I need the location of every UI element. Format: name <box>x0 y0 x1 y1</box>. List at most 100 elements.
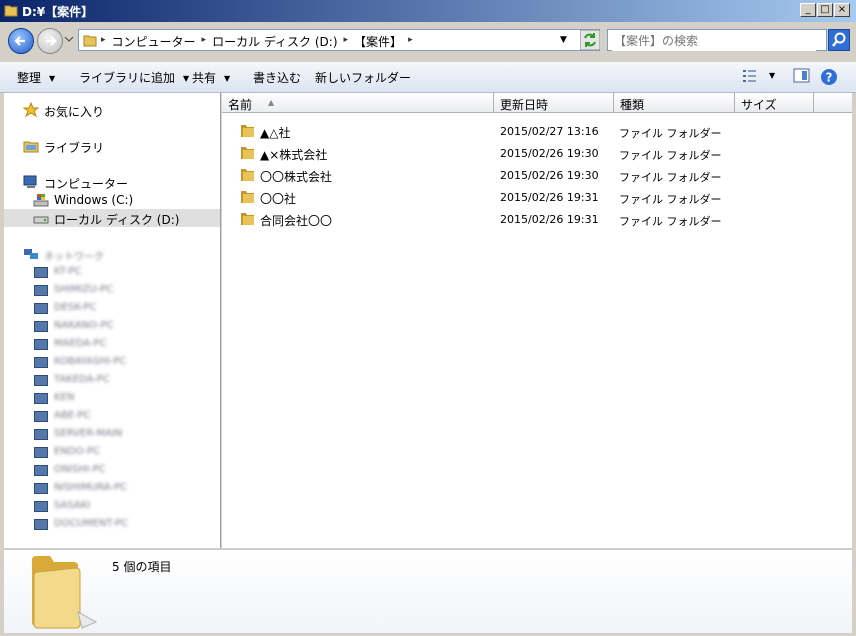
nav-libraries[interactable]: ライブラリ <box>4 137 220 155</box>
computer-icon <box>23 175 37 188</box>
network-computer-label: KOBAYASHI-PC <box>54 356 127 367</box>
search-box[interactable] <box>607 29 827 51</box>
network-computer-label: DOCUMENT-PC <box>54 518 129 529</box>
address-row: ▸ コンピューター ▸ ローカル ディスク (D:) ▸ 【案件】 ▸ ▼ <box>0 22 856 60</box>
folder-icon <box>241 125 254 137</box>
breadcrumb-chevron-icon[interactable]: ▸ <box>202 35 207 50</box>
nav-network-computer[interactable]: KT-PC <box>4 263 220 281</box>
file-modified: 2015/02/27 13:16 <box>500 125 599 138</box>
column-header-size[interactable]: サイズ <box>735 93 814 113</box>
breadcrumb-current-folder[interactable]: 【案件】 <box>354 33 402 50</box>
nav-network[interactable]: ネットワーク <box>4 245 220 263</box>
view-options-icon[interactable] <box>742 68 760 84</box>
column-modified-label: 更新日時 <box>500 98 549 112</box>
nav-network-computer[interactable]: ONISHI-PC <box>4 461 220 479</box>
nav-local-disk-selected[interactable]: ローカル ディスク (D:) <box>4 209 220 227</box>
star-icon <box>23 102 39 118</box>
file-modified: 2015/02/26 19:30 <box>500 147 599 160</box>
network-computer-icon <box>34 411 48 422</box>
column-header-modified[interactable]: 更新日時 <box>494 93 614 113</box>
nav-network-computer[interactable]: DOCUMENT-PC <box>4 515 220 533</box>
help-icon[interactable]: ? <box>820 68 838 86</box>
burn-button[interactable]: 書き込む <box>253 69 301 86</box>
back-button[interactable] <box>8 28 34 54</box>
refresh-icon[interactable] <box>580 30 600 50</box>
network-computer-label: ABE-PC <box>54 410 91 421</box>
nav-network-computer[interactable]: TAKEDA-PC <box>4 371 220 389</box>
nav-network-computer[interactable]: SHIMIZU-PC <box>4 281 220 299</box>
column-type-label: 種類 <box>620 98 645 112</box>
network-computer-icon <box>34 339 48 350</box>
network-computer-icon <box>34 429 48 440</box>
window-title: D:¥【案件】 <box>22 5 94 19</box>
nav-favorites[interactable]: お気に入り <box>4 101 220 119</box>
address-bar[interactable]: ▸ コンピューター ▸ ローカル ディスク (D:) ▸ 【案件】 ▸ <box>78 29 600 51</box>
network-computer-icon <box>34 267 48 278</box>
nav-network-computer[interactable]: DESK-PC <box>4 299 220 317</box>
network-computer-label: SASAKI <box>54 500 91 511</box>
share-label: 共有 <box>192 71 217 85</box>
search-button[interactable] <box>828 29 850 51</box>
nav-network-computer[interactable]: ENDO-PC <box>4 443 220 461</box>
file-list-pane[interactable]: 名前 ▲ 更新日時 種類 サイズ ▲△社 2015/02/27 13:16 ファイル… <box>222 93 852 548</box>
nav-windows-drive[interactable]: Windows (C:) <box>4 191 220 209</box>
nav-network-computer[interactable]: MAEDA-PC <box>4 335 220 353</box>
file-row[interactable]: ▲×株式会社 2015/02/26 19:30 ファイル フォルダー <box>222 142 852 164</box>
column-size-label: サイズ <box>741 98 777 112</box>
organize-label: 整理 <box>17 71 42 85</box>
file-row[interactable]: 合同会社〇〇 2015/02/26 19:31 ファイル フォルダー <box>222 208 852 230</box>
network-computer-label: SHIMIZU-PC <box>54 284 114 295</box>
organize-menu[interactable]: 整理 ▼ <box>17 69 55 86</box>
nav-network-computer[interactable]: KOBAYASHI-PC <box>4 353 220 371</box>
nav-network-computer[interactable]: NAKANO-PC <box>4 317 220 335</box>
file-row[interactable]: 〇〇社 2015/02/26 19:31 ファイル フォルダー <box>222 186 852 208</box>
share-menu[interactable]: 共有 ▼ <box>192 69 230 86</box>
navigation-pane[interactable]: お気に入り ライブラリ コンピューター Windows (C:) ローカル ディ… <box>4 93 221 548</box>
network-computer-icon <box>34 483 48 494</box>
network-computer-label: DESK-PC <box>54 302 97 313</box>
breadcrumb-computer[interactable]: コンピューター <box>112 33 196 50</box>
nav-network-computer[interactable]: ABE-PC <box>4 407 220 425</box>
network-computer-icon <box>34 519 48 530</box>
minimize-button[interactable]: _ <box>800 3 816 17</box>
file-row[interactable]: ▲△社 2015/02/27 13:16 ファイル フォルダー <box>222 120 852 142</box>
nav-libraries-label: ライブラリ <box>44 141 105 155</box>
breadcrumb-chevron-icon[interactable]: ▸ <box>101 35 106 50</box>
network-computer-label: KEN <box>54 392 75 403</box>
column-header-type[interactable]: 種類 <box>614 93 735 113</box>
forward-button[interactable] <box>37 28 63 54</box>
breadcrumb-chevron-icon[interactable]: ▸ <box>344 35 349 50</box>
search-input[interactable] <box>612 31 816 51</box>
library-icon <box>23 141 39 153</box>
network-computer-icon <box>34 501 48 512</box>
network-computer-icon <box>34 393 48 404</box>
preview-pane-icon[interactable] <box>793 68 811 84</box>
nav-network-computer[interactable]: SASAKI <box>4 497 220 515</box>
file-modified: 2015/02/26 19:30 <box>500 169 599 182</box>
nav-network-computer[interactable]: NISHIMURA-PC <box>4 479 220 497</box>
breadcrumb-chevron-icon[interactable]: ▸ <box>408 35 413 50</box>
network-computer-label: NAKANO-PC <box>54 320 114 331</box>
add-to-library-menu[interactable]: ライブラリに追加 ▼ <box>79 69 189 86</box>
breadcrumb-local-disk[interactable]: ローカル ディスク (D:) <box>212 33 337 50</box>
maximize-button[interactable]: □ <box>817 3 833 17</box>
network-computer-icon <box>34 447 48 458</box>
column-name-label: 名前 <box>228 98 253 112</box>
address-dropdown-icon[interactable]: ▼ <box>560 35 567 45</box>
column-header-name[interactable]: 名前 ▲ <box>222 93 494 113</box>
new-folder-button[interactable]: 新しいフォルダー <box>315 69 411 86</box>
nav-computer[interactable]: コンピューター <box>4 173 220 191</box>
network-computer-icon <box>34 465 48 476</box>
close-button[interactable]: × <box>834 3 850 17</box>
network-computer-label: SERVER-MAIN <box>54 428 123 439</box>
view-dropdown-icon[interactable]: ▼ <box>769 71 775 80</box>
column-header-filler <box>814 93 852 113</box>
nav-network-computer[interactable]: KEN <box>4 389 220 407</box>
arrow-left-icon <box>14 36 25 46</box>
nav-network-computer[interactable]: SERVER-MAIN <box>4 425 220 443</box>
chevron-down-icon[interactable] <box>64 36 74 44</box>
title-bar[interactable]: D:¥【案件】 _ □ × <box>0 0 856 22</box>
explorer-window: D:¥【案件】 _ □ × ▸ コンピューター ▸ ローカル ディスク (D:)… <box>0 0 856 636</box>
file-row[interactable]: 〇〇株式会社 2015/02/26 19:30 ファイル フォルダー <box>222 164 852 186</box>
network-computer-icon <box>34 375 48 386</box>
